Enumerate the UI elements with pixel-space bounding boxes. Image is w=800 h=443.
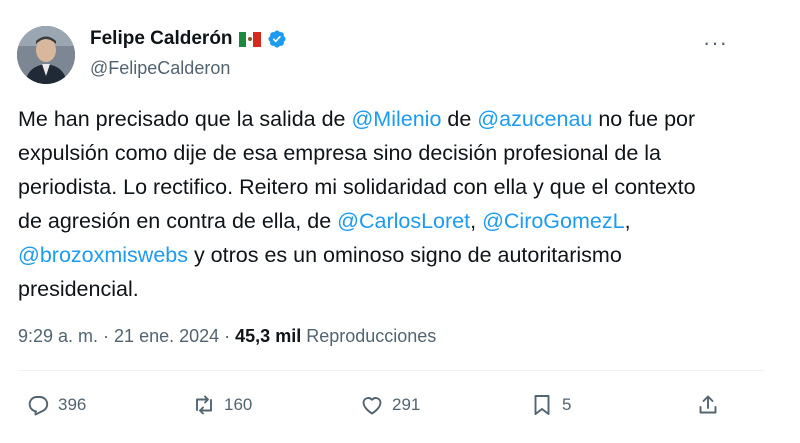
more-options-icon[interactable]: ···: [703, 30, 728, 56]
reply-count: 396: [58, 395, 87, 414]
bookmark-button[interactable]: 5: [530, 393, 571, 417]
avatar-image: [17, 26, 75, 84]
bookmark-count: 5: [562, 395, 572, 414]
author-display-name[interactable]: Felipe Calderón: [90, 28, 233, 50]
tweet-meta: 9:29 a. m. · 21 ene. 2024 · 45,3 mil Rep…: [18, 326, 436, 347]
meta-separator: ·: [219, 326, 236, 346]
reply-icon: [28, 396, 49, 416]
views-label: Reproducciones: [306, 326, 437, 346]
tweet-text-segment: ,: [624, 209, 631, 233]
author-name-row: Felipe Calderón: [90, 28, 287, 50]
tweet-text-segment: Me han precisado que la salida de: [18, 107, 352, 131]
action-bar: 396 160 291 5: [0, 393, 800, 423]
mention-link[interactable]: @CarlosLoret: [337, 209, 470, 233]
like-button[interactable]: 291: [360, 393, 420, 417]
verified-badge-icon: [267, 30, 286, 48]
reply-button[interactable]: 396: [26, 393, 86, 417]
mention-link[interactable]: @Milenio: [351, 107, 441, 131]
tweet-text-segment: ,: [470, 209, 483, 233]
tweet-date[interactable]: 21 ene. 2024: [114, 326, 219, 346]
share-icon: [699, 395, 717, 414]
views-count: 45,3 mil: [235, 326, 302, 346]
meta-separator: ·: [98, 326, 115, 346]
mention-link[interactable]: @brozoxmiswebs: [18, 243, 188, 267]
divider: [18, 370, 764, 371]
heart-icon: [362, 397, 382, 415]
tweet-text: Me han precisado que la salida de @Milen…: [18, 102, 718, 306]
bookmark-icon: [534, 395, 550, 415]
mention-link[interactable]: @CiroGomezL: [482, 209, 625, 233]
author-handle[interactable]: @FelipeCalderon: [90, 58, 230, 79]
avatar[interactable]: [17, 26, 75, 84]
share-button[interactable]: [696, 393, 720, 417]
mention-link[interactable]: @azucenau: [477, 107, 592, 131]
repost-button[interactable]: 160: [192, 393, 252, 417]
repost-icon: [196, 395, 212, 415]
mexico-flag-icon: [238, 31, 261, 47]
tweet-text-segment: de: [441, 107, 478, 131]
repost-count: 160: [224, 395, 253, 414]
like-count: 291: [392, 395, 421, 414]
tweet-time[interactable]: 9:29 a. m.: [18, 326, 98, 346]
